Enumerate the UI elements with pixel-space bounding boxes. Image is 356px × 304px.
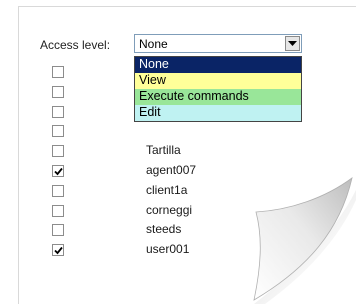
page-curl-decoration bbox=[252, 170, 356, 304]
access-panel: Access level: None Tartilla agent007 clien… bbox=[0, 0, 356, 304]
